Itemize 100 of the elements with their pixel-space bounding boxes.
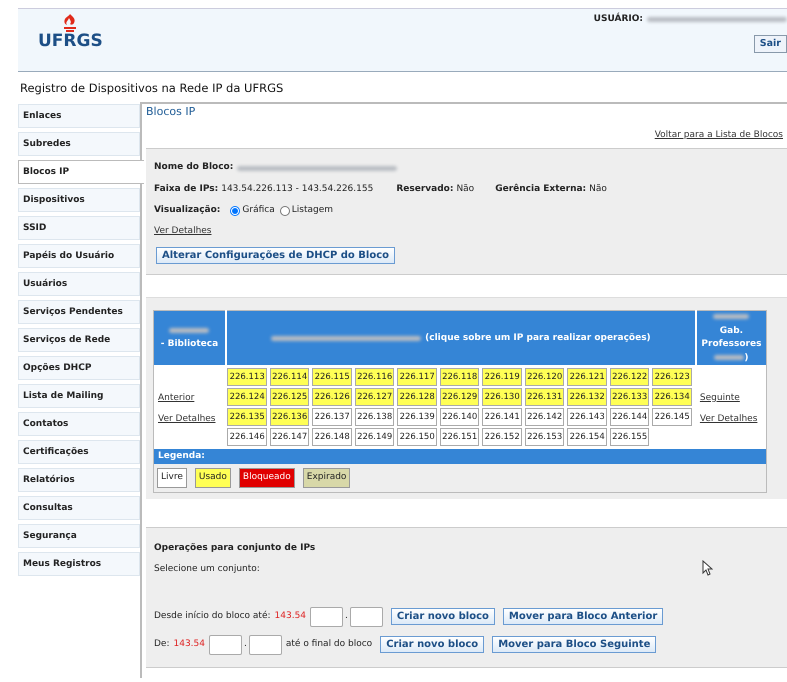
ip-address[interactable]: 226.120 xyxy=(524,368,564,386)
sidebar-item[interactable]: Serviços de Rede xyxy=(18,328,140,352)
ip-address[interactable]: 226.135 xyxy=(227,408,267,426)
ip-address[interactable]: 226.132 xyxy=(567,388,607,406)
ip-address[interactable]: 226.128 xyxy=(397,388,437,406)
sidebar-item[interactable]: Dispositivos xyxy=(18,188,140,212)
ip-address[interactable]: 226.136 xyxy=(270,408,310,426)
operations-subtitle: Selecione um conjunto: xyxy=(154,563,260,576)
sidebar-item[interactable]: Subredes xyxy=(18,132,140,156)
ip-address[interactable]: 226.144 xyxy=(610,408,650,426)
operations-title: Operações para conjunto de IPs xyxy=(154,542,316,555)
radio-label: Gráfica xyxy=(242,204,275,218)
ip-address[interactable]: 226.130 xyxy=(482,388,522,406)
row-label: até o final do bloco xyxy=(286,638,372,651)
sidebar-item[interactable]: Meus Registros xyxy=(18,552,140,576)
radio-label: Listagem xyxy=(292,204,333,218)
ip-address[interactable]: 226.114 xyxy=(270,368,310,386)
ip-address[interactable]: 226.152 xyxy=(482,428,522,446)
sidebar-item[interactable]: Opções DHCP xyxy=(18,356,140,380)
block-name: - Biblioteca xyxy=(160,338,220,352)
ip-address[interactable]: 226.155 xyxy=(610,428,650,446)
radio-button[interactable] xyxy=(230,206,240,216)
sidebar-item[interactable]: Serviços Pendentes xyxy=(18,300,140,324)
block-name: Gab. Professores xyxy=(700,324,762,352)
ip-address[interactable]: 226.121 xyxy=(567,368,607,386)
sidebar-item[interactable]: Blocos IP xyxy=(18,160,144,184)
ip-address[interactable]: 226.138 xyxy=(354,408,394,426)
ip-address[interactable]: 226.153 xyxy=(524,428,564,446)
octet-input[interactable] xyxy=(209,634,242,655)
navigation-link[interactable]: Anterior xyxy=(158,392,222,406)
action-button[interactable]: Mover para Bloco Anterior xyxy=(502,608,664,626)
legend-item: Usado xyxy=(194,468,231,488)
dhcp-settings-button[interactable]: Alterar Configurações de DHCP do Bloco xyxy=(156,247,396,264)
ip-address[interactable]: 226.124 xyxy=(227,388,267,406)
octet-input[interactable] xyxy=(248,634,282,655)
redacted-text xyxy=(713,314,750,320)
sidebar-item[interactable]: Papéis do Usuário xyxy=(18,244,140,268)
field-label: Reservado: xyxy=(396,182,454,196)
sidebar-item[interactable]: Contatos xyxy=(18,412,140,436)
ip-address[interactable]: 226.147 xyxy=(270,428,310,446)
ip-address[interactable]: 226.119 xyxy=(482,368,522,386)
sidebar-item[interactable]: Segurança xyxy=(18,524,140,548)
field-label: Nome do Bloco: xyxy=(154,161,234,174)
sidebar-item[interactable]: Enlaces xyxy=(18,104,140,128)
ip-address[interactable]: 226.118 xyxy=(440,368,480,386)
ip-address[interactable]: 226.125 xyxy=(270,388,310,406)
action-button[interactable]: Mover para Bloco Seguinte xyxy=(492,636,656,654)
logout-button[interactable]: Sair xyxy=(754,34,787,53)
ip-address[interactable]: 226.126 xyxy=(312,388,352,406)
navigation-link[interactable]: Seguinte xyxy=(700,392,762,406)
field-label: Visualização: xyxy=(154,204,220,218)
row-label: De: xyxy=(154,638,170,651)
ip-address[interactable]: 226.137 xyxy=(312,408,352,426)
ip-address[interactable]: 226.140 xyxy=(440,408,480,426)
details-link[interactable]: Ver Detalhes xyxy=(700,413,762,427)
ip-address[interactable]: 226.117 xyxy=(397,368,437,386)
ip-address[interactable]: 226.143 xyxy=(567,408,607,426)
ip-address[interactable]: 226.127 xyxy=(354,388,394,406)
ip-address[interactable]: 226.123 xyxy=(652,368,692,386)
ip-address[interactable]: 226.142 xyxy=(524,408,564,426)
ip-address[interactable]: 226.129 xyxy=(440,388,480,406)
octet-input[interactable] xyxy=(310,606,344,627)
details-link[interactable]: Ver Detalhes xyxy=(154,224,212,238)
ip-address[interactable]: 226.148 xyxy=(312,428,352,446)
ip-address[interactable]: 226.150 xyxy=(397,428,437,446)
ip-address[interactable]: 226.146 xyxy=(227,428,267,446)
action-button[interactable]: Criar novo bloco xyxy=(380,636,484,654)
ip-address[interactable]: 226.145 xyxy=(652,408,692,426)
field-value: Não xyxy=(456,182,474,196)
dot-separator: . xyxy=(244,638,247,651)
legend-item: Expirado xyxy=(302,468,350,488)
redacted-text xyxy=(714,354,744,360)
ip-address[interactable]: 226.141 xyxy=(482,408,522,426)
sidebar-item[interactable]: Lista de Mailing xyxy=(18,384,140,408)
ip-address[interactable]: 226.151 xyxy=(440,428,480,446)
ip-address[interactable]: 226.154 xyxy=(567,428,607,446)
field-label: Gerência Externa: xyxy=(495,182,586,196)
ip-address[interactable]: 226.133 xyxy=(610,388,650,406)
octet-input[interactable] xyxy=(350,606,383,627)
section-title: Blocos IP xyxy=(146,104,196,120)
sidebar-item[interactable]: SSID xyxy=(18,216,140,240)
ip-prefix: 143.54 xyxy=(274,610,306,623)
ip-address[interactable]: 226.134 xyxy=(652,388,692,406)
ip-address[interactable]: 226.115 xyxy=(312,368,352,386)
ip-address[interactable]: 226.113 xyxy=(227,368,267,386)
details-link[interactable]: Ver Detalhes xyxy=(158,413,222,427)
sidebar-item[interactable]: Usuários xyxy=(18,272,140,296)
sidebar-item[interactable]: Consultas xyxy=(18,496,140,520)
dot-separator: . xyxy=(345,610,348,623)
action-button[interactable]: Criar novo bloco xyxy=(390,608,495,626)
page-title: Registro de Dispositivos na Rede IP da UFRGS xyxy=(20,80,284,97)
sidebar-item[interactable]: Relatórios xyxy=(18,468,140,492)
radio-button[interactable] xyxy=(280,206,290,216)
ip-address[interactable]: 226.149 xyxy=(354,428,394,446)
ip-address[interactable]: 226.122 xyxy=(610,368,650,386)
ip-address[interactable]: 226.131 xyxy=(524,388,564,406)
sidebar-item[interactable]: Certificações xyxy=(18,440,140,464)
back-link[interactable]: Voltar para a Lista de Blocos xyxy=(654,128,783,142)
ip-address[interactable]: 226.139 xyxy=(397,408,437,426)
ip-address[interactable]: 226.116 xyxy=(354,368,394,386)
